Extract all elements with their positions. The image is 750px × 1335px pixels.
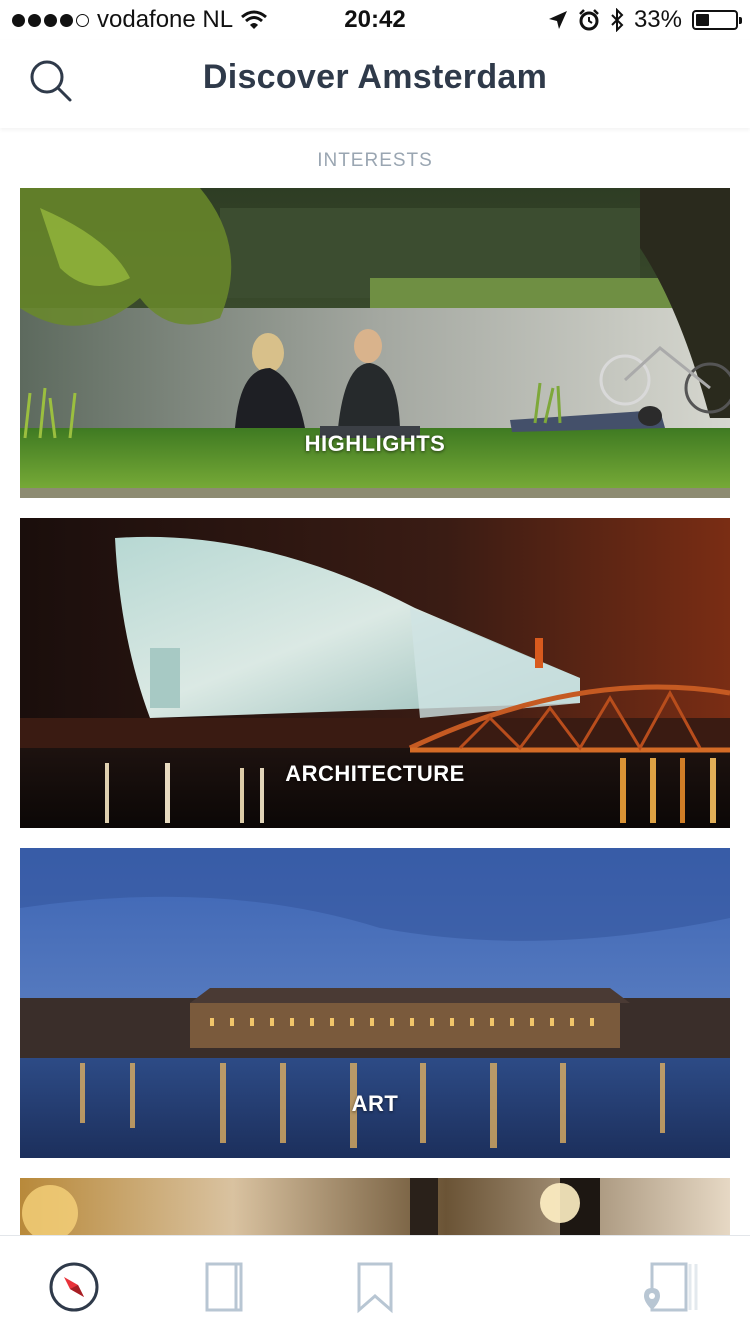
navigation-header: Discover Amsterdam [0, 40, 750, 128]
partial-photo [20, 1178, 730, 1235]
alarm-icon [579, 9, 599, 31]
card-label: HIGHLIGHTS [304, 431, 446, 456]
card-label: ART [351, 1091, 399, 1116]
interest-card-highlights[interactable]: HIGHLIGHTS [20, 188, 730, 498]
status-right: 33% [548, 6, 742, 34]
tab-discover[interactable] [47, 1260, 101, 1314]
bluetooth-icon [611, 8, 624, 32]
battery-percentage: 33% [633, 6, 682, 33]
battery-level-fill [696, 14, 709, 26]
tab-bar [0, 1235, 750, 1335]
tab-map[interactable] [640, 1260, 710, 1314]
interest-card-architecture[interactable]: ARCHITECTURE [20, 518, 730, 828]
interest-card-partial[interactable] [20, 1178, 730, 1235]
page-title: Discover Amsterdam [202, 58, 548, 96]
location-arrow-icon [548, 11, 567, 29]
bookmark-icon [357, 1262, 393, 1314]
status-bar: vodafone NL 20:42 33% [0, 0, 750, 40]
interest-card-art[interactable]: ART [20, 848, 730, 1158]
battery-icon [692, 10, 742, 30]
card-label: ARCHITECTURE [285, 761, 465, 786]
tab-guides[interactable] [198, 1260, 252, 1314]
tab-saved[interactable] [348, 1260, 402, 1314]
section-heading: INTERESTS [317, 150, 433, 171]
